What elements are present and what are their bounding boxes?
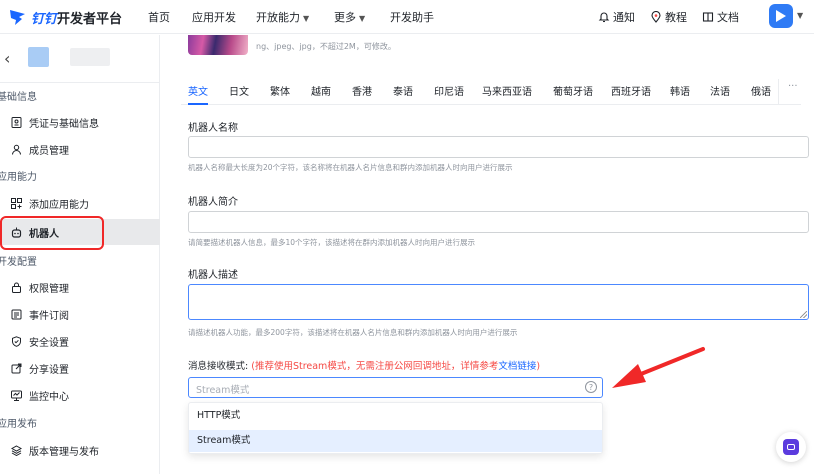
robot-desc-label: 机器人描述 (188, 270, 238, 281)
nav-dev-assistant[interactable]: 开发助手 (390, 9, 434, 25)
tab-vietnamese[interactable]: 越南 (311, 83, 331, 98)
annotation-highlight-box (0, 216, 104, 250)
tab-malay[interactable]: 马来西亚语 (482, 83, 532, 98)
section-dev-config: 开发配置 (0, 257, 37, 268)
share-icon (11, 363, 22, 374)
active-tab-indicator (188, 103, 208, 105)
nav-docs[interactable]: 文档 (702, 9, 739, 25)
tab-indonesian[interactable]: 印尼语 (434, 83, 464, 98)
robot-avatar-image[interactable] (188, 35, 248, 55)
message-mode-select[interactable]: Stream模式 ? (188, 377, 603, 398)
option-stream-mode[interactable]: Stream模式 (189, 430, 602, 452)
brand-name: 钉钉 (31, 11, 58, 27)
sidebar-item-security[interactable]: 安全设置 (0, 328, 160, 354)
platform-title: 开发者平台 (57, 11, 123, 27)
image-format-hint: ng、jpeg、jpg，不超过2M，可修改。 (256, 42, 396, 51)
tab-russian[interactable]: 俄语 (751, 83, 771, 98)
tab-korean[interactable]: 韩语 (670, 83, 690, 98)
tab-english[interactable]: 英文 (188, 83, 208, 98)
language-tabs: 英文 日文 繁体 越南 香港 泰语 印尼语 马来西亚语 葡萄牙语 西班牙语 韩语… (181, 79, 801, 105)
chevron-down-icon: ▼ (303, 14, 310, 23)
sidebar-item-versions[interactable]: 版本管理与发布 (0, 437, 160, 463)
option-http-mode[interactable]: HTTP模式 (189, 405, 602, 427)
robot-name-label: 机器人名称 (188, 123, 238, 134)
apps-grid-icon (11, 197, 22, 209)
doc-link[interactable]: 文档链接 (498, 361, 536, 372)
tab-portuguese[interactable]: 葡萄牙语 (553, 83, 593, 98)
question-circle-icon[interactable]: ? (585, 381, 597, 393)
book-icon (702, 11, 714, 23)
robot-name-help: 机器人名称最大长度为20个字符，该名称将在机器人名片信息和群内添加机器人时向用户… (188, 163, 513, 172)
robot-desc-textarea[interactable] (188, 284, 809, 320)
sidebar: ‹ 基础信息 凭证与基础信息 成员管理 应用能力 添加应用能力 机器人 开发配置… (0, 35, 160, 474)
message-mode-dropdown: HTTP模式 Stream模式 (188, 402, 603, 454)
member-icon (11, 144, 22, 155)
chat-bot-icon (783, 439, 799, 455)
sidebar-item-events[interactable]: 事件订阅 (0, 301, 160, 327)
sidebar-item-permissions[interactable]: 权限管理 (0, 274, 160, 300)
monitor-icon (11, 390, 22, 401)
robot-intro-help: 请简要描述机器人信息，最多10个字符，该描述将在群内添加机器人时向用户进行展示 (188, 238, 476, 247)
more-tabs-icon[interactable]: ··· (788, 81, 798, 92)
chevron-down-icon: ▼ (359, 14, 366, 23)
tab-traditional[interactable]: 繁体 (270, 83, 290, 98)
chevron-down-icon[interactable]: ▼ (797, 11, 803, 20)
back-arrow-icon[interactable]: ‹ (4, 49, 10, 68)
app-switcher-avatar[interactable] (769, 4, 793, 28)
layers-icon (10, 444, 23, 456)
tab-divider (778, 79, 779, 105)
sidebar-item-monitor[interactable]: 监控中心 (0, 382, 160, 408)
dingtalk-logo[interactable]: 钉钉开发者平台 (8, 7, 122, 27)
tab-japanese[interactable]: 日文 (229, 83, 249, 98)
tab-hongkong[interactable]: 香港 (352, 83, 372, 98)
message-mode-label: 消息接收模式: (推荐使用Stream模式，无需注册公网回调地址，详情参考文档链… (188, 361, 541, 372)
dingtalk-logo-icon (8, 8, 28, 26)
sidebar-item-credentials[interactable]: 凭证与基础信息 (0, 109, 160, 135)
sidebar-item-share[interactable]: 分享设置 (0, 355, 160, 381)
top-navbar: 钉钉开发者平台 首页 应用开发 开放能力 ▼ 更多 ▼ 开发助手 通知 教程 文档 … (0, 0, 814, 34)
event-icon (11, 309, 22, 320)
robot-intro-label: 机器人简介 (188, 197, 238, 208)
tab-thai[interactable]: 泰语 (393, 83, 413, 98)
credential-icon (11, 116, 22, 128)
shield-icon (11, 335, 22, 347)
app-header: ‹ (0, 35, 160, 83)
robot-intro-input[interactable] (188, 211, 809, 233)
section-app-capability: 应用能力 (0, 172, 37, 183)
nav-home[interactable]: 首页 (148, 9, 170, 25)
section-basic-info: 基础信息 (0, 92, 37, 103)
main-content: ng、jpeg、jpg，不超过2M，可修改。 英文 日文 繁体 越南 香港 泰语… (161, 35, 814, 474)
lock-icon (11, 282, 22, 293)
nav-open-capability[interactable]: 开放能力 ▼ (256, 9, 309, 25)
select-placeholder: Stream模式 (196, 385, 250, 396)
bell-icon (598, 11, 610, 23)
location-pin-icon (650, 10, 662, 23)
stream-recommend-note: (推荐使用Stream模式，无需注册公网回调地址，详情参考 (251, 361, 499, 372)
tab-spanish[interactable]: 西班牙语 (611, 83, 651, 98)
app-icon (28, 47, 49, 67)
nav-app-dev[interactable]: 应用开发 (192, 9, 236, 25)
sidebar-item-add-capability[interactable]: 添加应用能力 (0, 190, 160, 216)
section-app-release: 应用发布 (0, 419, 37, 430)
nav-more[interactable]: 更多 ▼ (334, 9, 365, 25)
nav-tutorial[interactable]: 教程 (650, 9, 687, 25)
robot-name-input[interactable] (188, 136, 809, 158)
app-name-redacted (70, 48, 110, 66)
resize-handle-icon[interactable] (800, 311, 807, 318)
assistant-fab[interactable] (776, 432, 806, 462)
sidebar-item-members[interactable]: 成员管理 (0, 136, 160, 162)
robot-desc-help: 请描述机器人功能，最多200字符，该描述将在机器人名片信息和群内添加机器人时向用… (188, 328, 518, 337)
tab-french[interactable]: 法语 (710, 83, 730, 98)
nav-notifications[interactable]: 通知 (598, 9, 635, 25)
